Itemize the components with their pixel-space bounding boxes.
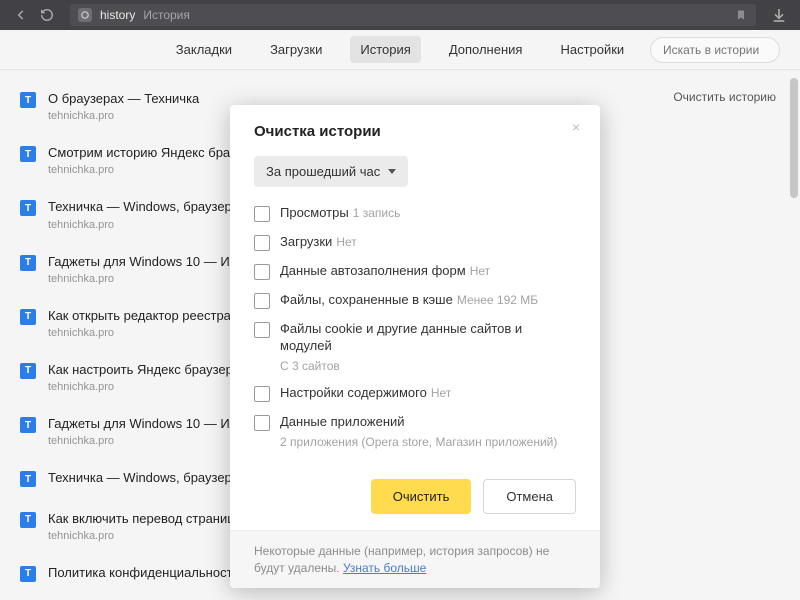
tabs-row: Закладки Загрузки История Дополнения Нас… bbox=[0, 30, 800, 70]
cancel-button[interactable]: Отмена bbox=[483, 479, 576, 514]
check-label-autofill: Данные автозаполнения форм bbox=[280, 263, 466, 278]
checkbox-apps[interactable] bbox=[254, 415, 270, 431]
browser-chrome: history История bbox=[0, 0, 800, 30]
history-item-title: О браузерах — Техничка bbox=[48, 90, 199, 108]
time-range-label: За прошедший час bbox=[266, 164, 380, 179]
tab-addons[interactable]: Дополнения bbox=[439, 36, 533, 63]
check-sub-cookies: С 3 сайтов bbox=[280, 359, 576, 373]
bookmark-tag-icon[interactable] bbox=[734, 8, 748, 22]
check-hint-autofill: Нет bbox=[470, 264, 490, 278]
tab-settings[interactable]: Настройки bbox=[550, 36, 634, 63]
address-primary: history bbox=[100, 8, 135, 22]
close-icon[interactable]: × bbox=[572, 119, 586, 133]
clear-button[interactable]: Очистить bbox=[371, 479, 472, 514]
check-label-downloads: Загрузки bbox=[280, 234, 332, 249]
checkbox-autofill[interactable] bbox=[254, 264, 270, 280]
learn-more-link[interactable]: Узнать больше bbox=[343, 561, 426, 575]
chevron-down-icon bbox=[388, 169, 396, 174]
favicon: T bbox=[20, 309, 36, 325]
reload-button[interactable] bbox=[38, 6, 56, 24]
check-hint-cache: Менее 192 МБ bbox=[457, 293, 538, 307]
history-item-domain: tehnichka.pro bbox=[48, 110, 199, 122]
favicon: T bbox=[20, 471, 36, 487]
check-label-views: Просмотры bbox=[280, 205, 349, 220]
address-bar[interactable]: history История bbox=[70, 4, 756, 26]
check-label-content: Настройки содержимого bbox=[280, 385, 427, 400]
check-hint-downloads: Нет bbox=[336, 235, 356, 249]
checkbox-cookies[interactable] bbox=[254, 322, 270, 338]
back-button[interactable] bbox=[12, 6, 30, 24]
dialog-title: Очистка истории bbox=[254, 123, 576, 140]
checkbox-content[interactable] bbox=[254, 386, 270, 402]
check-label-cookies: Файлы cookie и другие данные сайтов и мо… bbox=[280, 321, 522, 353]
tab-history[interactable]: История bbox=[350, 36, 420, 63]
check-sub-apps: 2 приложения (Opera store, Магазин прило… bbox=[280, 435, 576, 449]
search-history-input[interactable] bbox=[650, 37, 780, 63]
check-hint-views: 1 запись bbox=[353, 206, 401, 220]
favicon: T bbox=[20, 255, 36, 271]
favicon: T bbox=[20, 363, 36, 379]
checkbox-downloads[interactable] bbox=[254, 235, 270, 251]
tab-bookmarks[interactable]: Закладки bbox=[166, 36, 242, 63]
time-range-select[interactable]: За прошедший час bbox=[254, 156, 408, 187]
downloads-button[interactable] bbox=[770, 6, 788, 24]
site-icon bbox=[78, 8, 92, 22]
tab-downloads[interactable]: Загрузки bbox=[260, 36, 332, 63]
check-label-cache: Файлы, сохраненные в кэше bbox=[280, 292, 453, 307]
clear-history-link[interactable]: Очистить историю bbox=[673, 90, 776, 104]
check-label-apps: Данные приложений bbox=[280, 414, 405, 429]
address-secondary: История bbox=[143, 8, 190, 22]
check-hint-content: Нет bbox=[431, 386, 451, 400]
favicon: T bbox=[20, 417, 36, 433]
checkbox-cache[interactable] bbox=[254, 293, 270, 309]
favicon: T bbox=[20, 92, 36, 108]
clear-history-dialog: Очистка истории × За прошедший час Просм… bbox=[230, 105, 600, 588]
scrollbar-thumb[interactable] bbox=[790, 78, 798, 198]
favicon: T bbox=[20, 146, 36, 162]
favicon: T bbox=[20, 512, 36, 528]
favicon: T bbox=[20, 200, 36, 216]
favicon: T bbox=[20, 566, 36, 582]
checkbox-views[interactable] bbox=[254, 206, 270, 222]
dialog-footer: Некоторые данные (например, история запр… bbox=[230, 530, 600, 589]
